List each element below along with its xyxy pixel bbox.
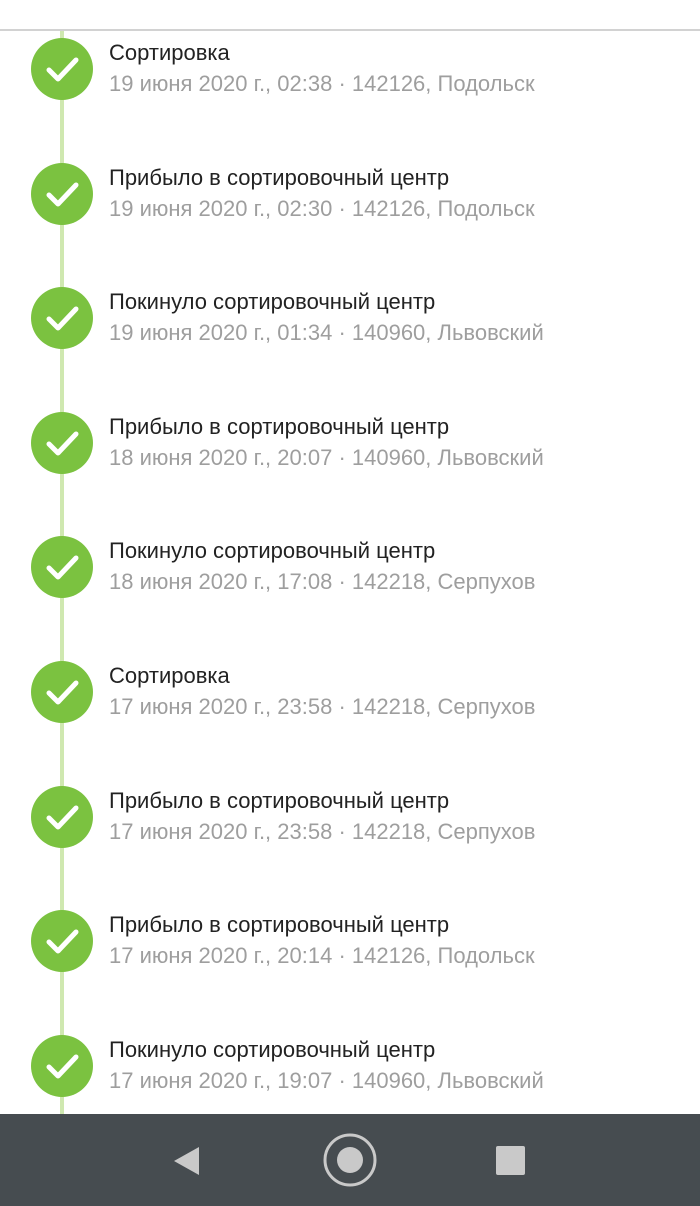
header-divider — [0, 29, 700, 31]
tracking-event[interactable]: Прибыло в сортировочный центр 18 июня 202… — [0, 412, 700, 524]
home-button[interactable] — [310, 1114, 390, 1206]
tracking-event[interactable]: Сортировка 19 июня 2020 г., 02:38 · 14212… — [0, 38, 700, 150]
system-navigation-bar — [0, 1114, 700, 1206]
tracking-event[interactable]: Прибыло в сортировочный центр 17 июня 202… — [0, 786, 700, 898]
event-title: Прибыло в сортировочный центр — [109, 788, 450, 813]
event-details: 18 июня 2020 г., 17:08 · 142218, Серпухо… — [109, 569, 536, 594]
event-title: Прибыло в сортировочный центр — [109, 165, 450, 190]
tracking-event[interactable]: Покинуло сортировочный центр 18 июня 2020… — [0, 536, 700, 648]
check-icon — [31, 536, 93, 598]
event-title: Сортировка — [109, 663, 230, 688]
check-icon — [31, 163, 93, 225]
event-details: 19 июня 2020 г., 01:34 · 140960, Львовск… — [109, 320, 544, 345]
check-icon — [31, 412, 93, 474]
check-icon — [31, 910, 93, 972]
check-icon — [31, 1035, 93, 1097]
event-title: Покинуло сортировочный центр — [109, 538, 436, 563]
tracking-event[interactable]: Прибыло в сортировочный центр 19 июня 202… — [0, 163, 700, 275]
tracking-screen: Сортировка 19 июня 2020 г., 02:38 · 14212… — [0, 0, 700, 1206]
check-icon — [31, 661, 93, 723]
tracking-event[interactable]: Прибыло в сортировочный центр 17 июня 202… — [0, 910, 700, 1022]
event-details: 17 июня 2020 г., 19:07 · 140960, Львовск… — [109, 1068, 544, 1093]
home-circle-icon — [323, 1133, 377, 1187]
event-title: Прибыло в сортировочный центр — [109, 912, 450, 937]
event-details: 19 июня 2020 г., 02:30 · 142126, Подольс… — [109, 196, 535, 221]
event-details: 17 июня 2020 г., 20:14 · 142126, Подольс… — [109, 943, 535, 968]
event-title: Покинуло сортировочный центр — [109, 289, 436, 314]
tracking-event[interactable]: Сортировка 17 июня 2020 г., 23:58 · 14221… — [0, 661, 700, 773]
event-title: Покинуло сортировочный центр — [109, 1037, 436, 1062]
check-icon — [31, 287, 93, 349]
tracking-event[interactable]: Покинуло сортировочный центр 19 июня 2020… — [0, 287, 700, 399]
recents-square-icon — [496, 1146, 525, 1175]
event-title: Сортировка — [109, 40, 230, 65]
event-title: Прибыло в сортировочный центр — [109, 414, 450, 439]
event-details: 19 июня 2020 г., 02:38 · 142126, Подольс… — [109, 71, 535, 96]
event-details: 18 июня 2020 г., 20:07 · 140960, Львовск… — [109, 445, 544, 470]
event-details: 17 июня 2020 г., 23:58 · 142218, Серпухо… — [109, 819, 536, 844]
recents-button[interactable] — [471, 1114, 551, 1206]
check-icon — [31, 786, 93, 848]
back-triangle-icon — [174, 1147, 199, 1175]
event-details: 17 июня 2020 г., 23:58 · 142218, Серпухо… — [109, 694, 536, 719]
check-icon — [31, 38, 93, 100]
back-button[interactable] — [145, 1114, 225, 1206]
